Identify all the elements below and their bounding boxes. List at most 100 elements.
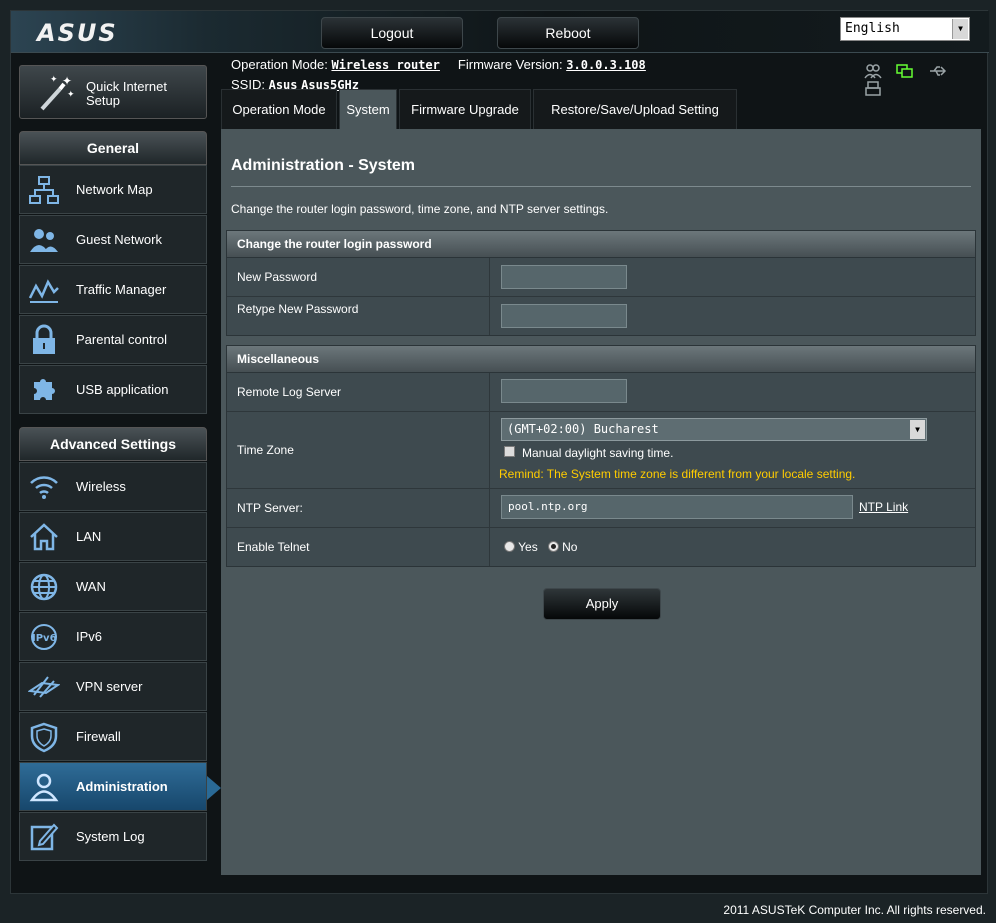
menu-label: Parental control (76, 332, 168, 347)
ntp-server-row: NTP Server: pool.ntp.org NTP Link (227, 489, 975, 528)
network-map-icon (29, 176, 59, 204)
top-header: ASUS Logout Reboot English ▼ (11, 11, 989, 53)
telnet-yes-radio[interactable] (504, 541, 515, 552)
status-icons (864, 63, 987, 99)
traffic-manager-icon (28, 279, 59, 303)
menu-label: WAN (76, 579, 106, 594)
chevron-down-icon: ▼ (910, 420, 925, 439)
menu-vpn-server[interactable]: VPN server (19, 662, 207, 711)
reboot-button[interactable]: Reboot (497, 17, 639, 49)
telnet-no-radio[interactable] (547, 541, 559, 552)
time-zone-remind: Remind: The System time zone is differen… (499, 467, 856, 481)
menu-label: Wireless (76, 479, 126, 494)
menu-label: LAN (76, 529, 102, 544)
globe-icon (30, 573, 58, 601)
shield-icon (30, 722, 58, 753)
menu-wan[interactable]: WAN (19, 562, 207, 611)
tab-firmware-upgrade[interactable]: Firmware Upgrade (399, 89, 531, 129)
svg-text:IPv6: IPv6 (32, 633, 57, 644)
misc-section-heading: Miscellaneous (227, 346, 975, 373)
ntp-link[interactable]: NTP Link (859, 500, 908, 514)
svg-text:✦: ✦ (67, 90, 75, 100)
dst-checkbox[interactable] (504, 446, 515, 457)
ntp-server-label: NTP Server: (237, 501, 303, 515)
copyright-footer: 2011 ASUSTeK Computer Inc. All rights re… (723, 903, 986, 917)
telnet-yes-label: Yes (518, 540, 538, 554)
menu-label: Administration (76, 779, 168, 794)
column-divider (489, 412, 490, 488)
menu-label: VPN server (76, 679, 143, 694)
column-divider (489, 528, 490, 566)
menu-ipv6[interactable]: IPv6 IPv6 (19, 612, 207, 661)
telnet-row: Enable Telnet Yes No (227, 528, 975, 566)
lock-icon (33, 324, 55, 354)
menu-firewall[interactable]: Firewall (19, 712, 207, 761)
clients-icon[interactable] (864, 63, 882, 79)
menu-network-map[interactable]: Network Map (19, 165, 207, 214)
menu-parental-control[interactable]: Parental control (19, 315, 207, 364)
menu-label: Firewall (76, 729, 121, 744)
printer-icon[interactable] (864, 81, 882, 97)
op-mode-link[interactable]: Wireless router (331, 58, 439, 72)
tab-system[interactable]: System (339, 89, 397, 129)
svg-text:✦: ✦ (62, 74, 72, 88)
menu-label: Guest Network (76, 232, 162, 247)
firmware-link[interactable]: 3.0.0.3.108 (566, 58, 645, 72)
language-select[interactable]: English ▼ (840, 17, 970, 41)
menu-usb-application[interactable]: USB application (19, 365, 207, 414)
puzzle-icon (34, 379, 55, 400)
admin-user-icon (29, 773, 59, 802)
general-heading: General (19, 131, 207, 165)
menu-guest-network[interactable]: Guest Network (19, 215, 207, 264)
page-title: Administration - System (231, 157, 416, 174)
retype-password-label: Retype New Password (237, 302, 359, 316)
advanced-settings-heading: Advanced Settings (19, 427, 207, 461)
remote-log-input[interactable] (501, 379, 627, 403)
new-password-row: New Password (227, 258, 975, 297)
wifi-icon (30, 476, 58, 499)
main-content: Administration - System Change the route… (221, 129, 981, 875)
menu-administration[interactable]: Administration (19, 762, 207, 811)
edit-log-icon (30, 823, 59, 851)
remote-log-row: Remote Log Server (227, 373, 975, 412)
time-zone-row: Time Zone (GMT+02:00) Bucharest ▼ Manual… (227, 412, 975, 489)
magic-wand-icon: ✦ ✦ ✦ (40, 74, 75, 111)
time-zone-select[interactable]: (GMT+02:00) Bucharest ▼ (501, 418, 927, 441)
menu-label: Traffic Manager (76, 282, 167, 297)
column-divider (489, 258, 490, 296)
asus-logo: ASUS (37, 19, 118, 47)
column-divider (489, 297, 490, 335)
page-description: Change the router login password, time z… (231, 202, 609, 216)
menu-wireless[interactable]: Wireless (19, 462, 207, 511)
menu-label: IPv6 (76, 629, 103, 644)
telnet-no-label: No (562, 540, 578, 554)
apply-button[interactable]: Apply (543, 588, 661, 620)
ipv6-icon: IPv6 (31, 624, 57, 650)
ntp-server-input[interactable]: pool.ntp.org (501, 495, 853, 519)
menu-label: USB application (76, 382, 169, 397)
menu-traffic-manager[interactable]: Traffic Manager (19, 265, 207, 314)
tab-restore-save-upload[interactable]: Restore/Save/Upload Setting (533, 89, 737, 129)
logout-button[interactable]: Logout (321, 17, 463, 49)
op-mode-label: Operation Mode: (231, 57, 328, 72)
title-divider (231, 186, 971, 187)
new-password-input[interactable] (501, 265, 627, 289)
internet-status-icon[interactable] (896, 63, 914, 79)
retype-password-input[interactable] (501, 304, 627, 328)
dst-label: Manual daylight saving time. (522, 446, 674, 460)
vpn-icon (28, 676, 60, 698)
menu-label: System Log (76, 829, 145, 844)
usb-icon[interactable] (929, 63, 947, 79)
menu-lan[interactable]: LAN (19, 512, 207, 561)
chevron-down-icon: ▼ (952, 19, 968, 39)
firmware-label: Firmware Version: (457, 57, 563, 72)
column-divider (489, 489, 490, 527)
menu-label: Network Map (76, 182, 153, 197)
active-menu-pointer (207, 776, 221, 800)
time-zone-label: Time Zone (237, 443, 294, 457)
quick-internet-setup-button[interactable]: ✦ ✦ ✦ Quick Internet Setup (19, 65, 207, 119)
menu-system-log[interactable]: System Log (19, 812, 207, 861)
guest-network-icon (30, 229, 58, 252)
password-section-heading: Change the router login password (227, 231, 975, 258)
tab-operation-mode[interactable]: Operation Mode (221, 89, 337, 129)
